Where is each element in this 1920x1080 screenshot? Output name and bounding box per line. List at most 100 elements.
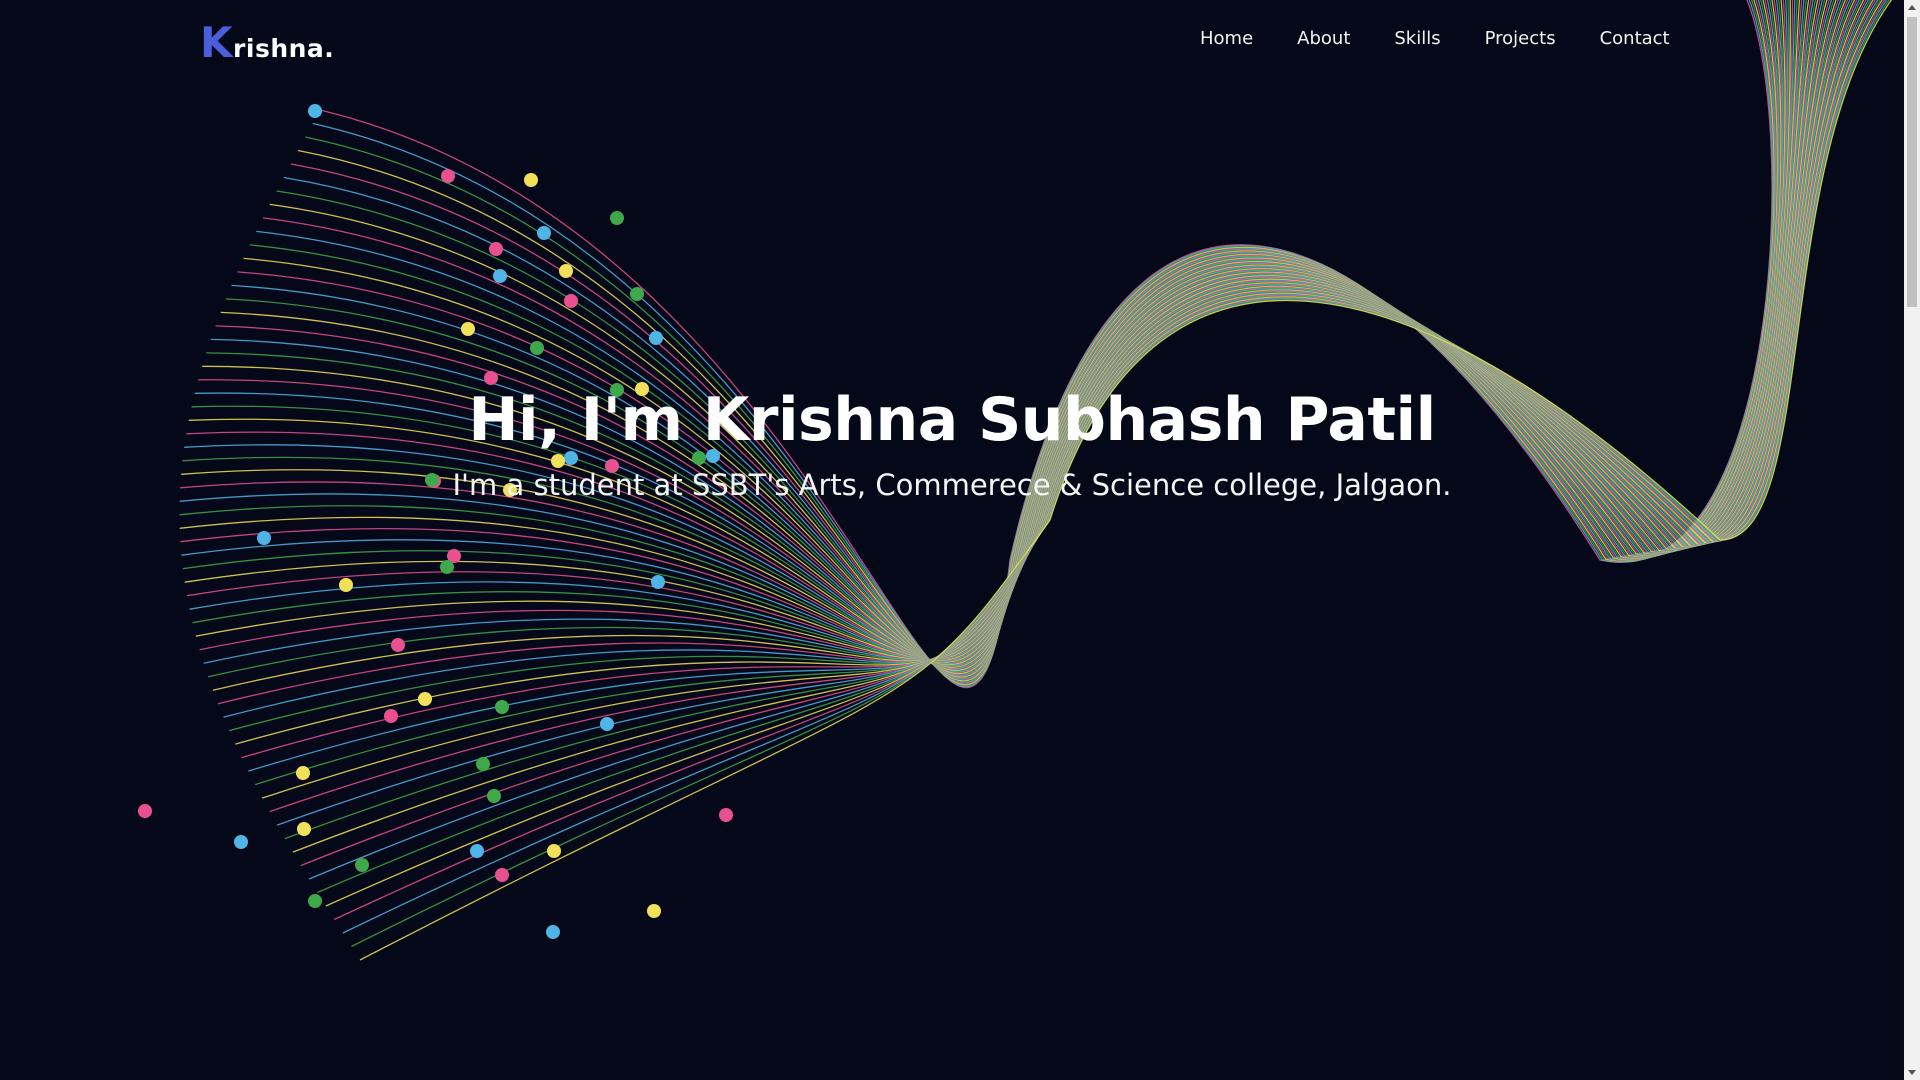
hero-section: Hi, I'm Krishna Subhash Patil I'm a stud… bbox=[0, 375, 1904, 505]
wave-dot bbox=[487, 789, 501, 803]
wave-line bbox=[188, 0, 1801, 668]
nav-link-projects[interactable]: Projects bbox=[1485, 28, 1556, 49]
wave-dot bbox=[355, 858, 369, 872]
wave-dot bbox=[495, 868, 509, 882]
wave-dot bbox=[493, 269, 507, 283]
wave-dot bbox=[441, 169, 455, 183]
scroll-up-arrow-icon[interactable] bbox=[1908, 5, 1916, 10]
wave-dot bbox=[547, 844, 561, 858]
hero-title: Hi, I'm Krishna Subhash Patil bbox=[468, 385, 1436, 455]
scroll-down-arrow-icon[interactable] bbox=[1908, 1070, 1916, 1075]
wave-dot bbox=[234, 835, 248, 849]
wave-line bbox=[210, 0, 1789, 673]
wave-line bbox=[181, 0, 1824, 662]
wave-dot bbox=[308, 894, 322, 908]
wave-line bbox=[184, 0, 1805, 667]
wave-line bbox=[195, 0, 1837, 661]
wave-line bbox=[220, 0, 1786, 675]
nav-link-skills[interactable]: Skills bbox=[1394, 28, 1440, 49]
wave-dot bbox=[308, 104, 322, 118]
wave-line bbox=[229, 0, 1853, 732]
wave-line bbox=[194, 0, 1796, 670]
wave-line bbox=[202, 0, 1791, 671]
wave-dot bbox=[537, 226, 551, 240]
wave-dot bbox=[651, 575, 665, 589]
wave-dot bbox=[524, 173, 538, 187]
logo-text: rishna. bbox=[233, 34, 335, 63]
wave-line bbox=[184, 0, 1828, 662]
logo-initial: K bbox=[200, 18, 234, 67]
wave-line bbox=[237, 0, 1783, 677]
wave-line bbox=[225, 0, 1785, 675]
wave-lines-background bbox=[138, 0, 1893, 961]
wave-dot bbox=[391, 638, 405, 652]
wave-line bbox=[182, 0, 1826, 662]
wave-line bbox=[312, 0, 1774, 688]
portfolio-page: K rishna. Home About Skills Projects Con… bbox=[0, 0, 1920, 1080]
wave-dot bbox=[649, 331, 663, 345]
wave-line bbox=[249, 0, 1781, 679]
wave-line bbox=[179, 0, 1819, 663]
wave-line bbox=[217, 0, 1849, 705]
wave-dot bbox=[470, 844, 484, 858]
wave-line bbox=[191, 0, 1798, 669]
nav-link-contact[interactable]: Contact bbox=[1600, 28, 1670, 49]
hero-subtitle: I'm a student at SSBT's Arts, Commerece … bbox=[452, 468, 1452, 502]
site-logo[interactable]: K rishna. bbox=[200, 22, 334, 64]
wave-line bbox=[198, 0, 1794, 670]
wave-line bbox=[192, 0, 1835, 661]
vertical-scrollbar[interactable] bbox=[1904, 0, 1920, 1080]
nav-links: Home About Skills Projects Contact bbox=[1200, 28, 1714, 49]
wave-line bbox=[283, 0, 1777, 684]
wave-dot bbox=[559, 264, 573, 278]
wave-line bbox=[290, 0, 1776, 685]
wave-line bbox=[207, 0, 1844, 678]
wave-line bbox=[199, 0, 1840, 661]
wave-dot bbox=[489, 242, 503, 256]
scrollbar-thumb[interactable] bbox=[1907, 17, 1917, 307]
wave-line bbox=[203, 0, 1842, 664]
wave-line bbox=[319, 0, 1773, 689]
wave-line bbox=[235, 0, 1856, 745]
wave-line bbox=[297, 0, 1775, 686]
wave-dot bbox=[296, 766, 310, 780]
wave-dot bbox=[630, 287, 644, 301]
nav-link-home[interactable]: Home bbox=[1200, 28, 1253, 49]
wave-dot bbox=[297, 822, 311, 836]
wave-dot bbox=[564, 294, 578, 308]
wave-dot bbox=[530, 341, 544, 355]
wave-line bbox=[180, 0, 1812, 665]
wave-dot bbox=[418, 692, 432, 706]
wave-line bbox=[212, 0, 1847, 691]
navbar: K rishna. Home About Skills Projects Con… bbox=[0, 0, 1904, 90]
wave-dot bbox=[257, 531, 271, 545]
wave-dot bbox=[610, 211, 624, 225]
wave-dot bbox=[384, 709, 398, 723]
wave-line bbox=[186, 0, 1830, 661]
wave-line bbox=[256, 0, 1780, 680]
wave-line bbox=[305, 0, 1775, 687]
wave-line bbox=[215, 0, 1787, 674]
wave-line bbox=[231, 0, 1784, 676]
wave-line bbox=[243, 0, 1782, 678]
wave-line bbox=[262, 0, 1779, 681]
wave-line bbox=[182, 0, 1807, 666]
wave-dot bbox=[546, 925, 560, 939]
wave-dot bbox=[647, 904, 661, 918]
wave-line bbox=[206, 0, 1790, 672]
wave-dot bbox=[447, 549, 461, 563]
wave-line bbox=[181, 0, 1810, 665]
wave-line bbox=[189, 0, 1833, 661]
wave-line bbox=[180, 0, 1821, 663]
wave-dot bbox=[719, 808, 733, 822]
wave-line bbox=[179, 0, 1817, 664]
nav-link-about[interactable]: About bbox=[1297, 28, 1350, 49]
wave-line bbox=[276, 0, 1778, 683]
wave-dot bbox=[600, 717, 614, 731]
wave-line bbox=[223, 0, 1851, 718]
wave-dot bbox=[138, 804, 152, 818]
wave-dot bbox=[339, 578, 353, 592]
wave-dot bbox=[476, 757, 490, 771]
wave-dot bbox=[495, 700, 509, 714]
wave-line bbox=[186, 0, 1803, 667]
